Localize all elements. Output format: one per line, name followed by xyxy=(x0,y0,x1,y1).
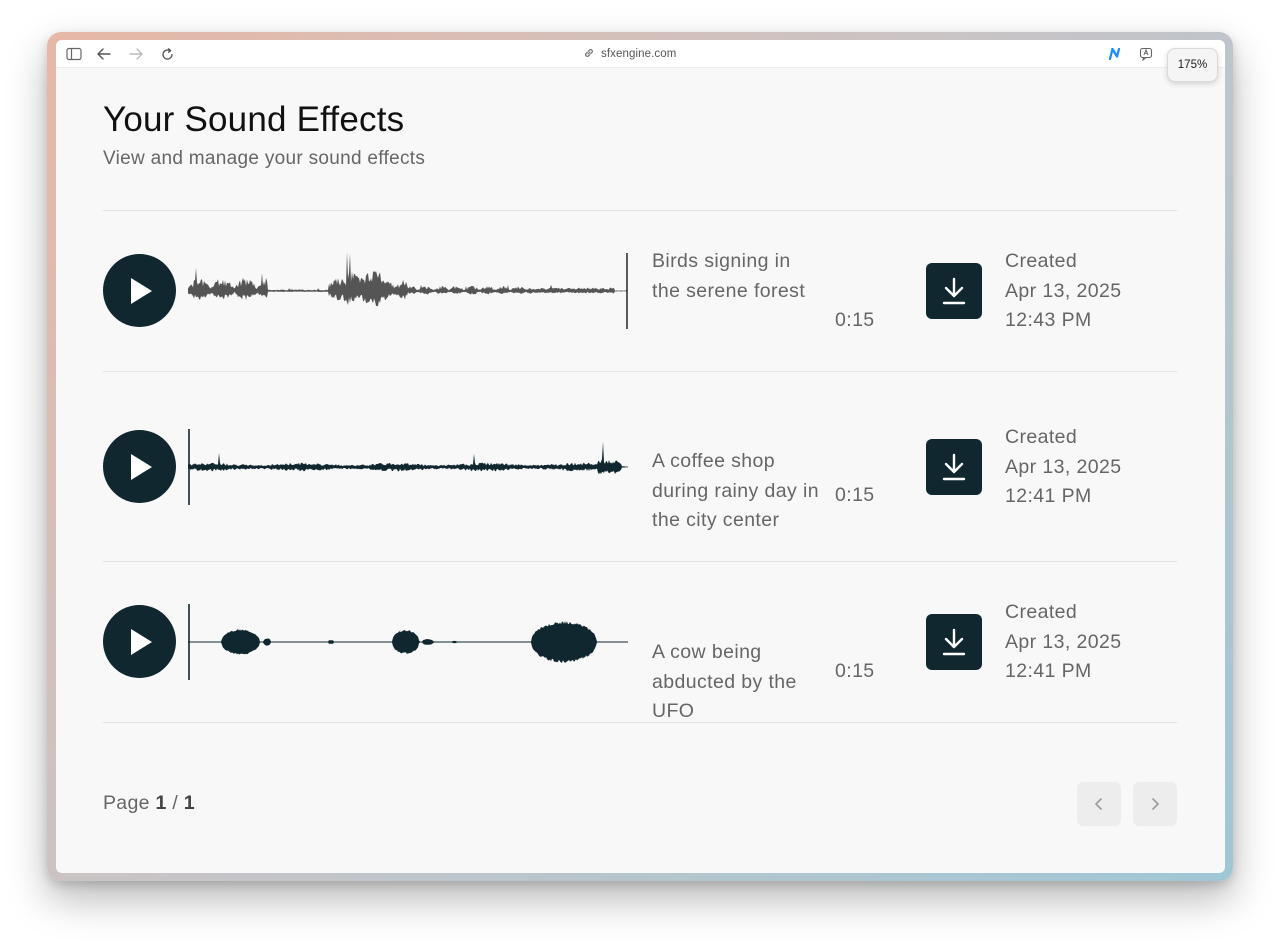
play-icon xyxy=(130,628,152,655)
divider xyxy=(103,722,1177,723)
reload-icon[interactable] xyxy=(158,45,176,63)
created-time: 12:41 PM xyxy=(1005,485,1092,507)
download-icon xyxy=(942,277,966,305)
created-date: Apr 13, 2025 xyxy=(1005,455,1122,478)
next-page-button[interactable] xyxy=(1133,782,1177,826)
pagination-separator: / xyxy=(172,792,179,814)
chevron-left-icon xyxy=(1095,798,1102,810)
sound-duration: 0:15 xyxy=(835,484,875,506)
created-time: 12:41 PM xyxy=(1005,660,1092,682)
created-label: Created xyxy=(1005,426,1078,448)
play-icon xyxy=(130,277,152,304)
zoom-level-popup: 175% xyxy=(1167,48,1218,82)
forward-arrow-icon[interactable] xyxy=(127,45,145,63)
created-date: Apr 13, 2025 xyxy=(1005,630,1122,653)
back-arrow-icon[interactable] xyxy=(95,45,113,63)
translate-icon[interactable] xyxy=(1137,45,1155,63)
page-subtitle: View and manage your sound effects xyxy=(103,148,426,169)
waveform[interactable] xyxy=(188,602,628,682)
sound-duration: 0:15 xyxy=(835,660,875,682)
browser-window: sfxengine.com Your Sound Effects View an… xyxy=(56,40,1225,873)
page-title: Your Sound Effects xyxy=(103,100,405,139)
chevron-right-icon xyxy=(1152,798,1159,810)
play-button[interactable] xyxy=(103,605,176,678)
sound-effect-row: A cow being abducted by the UFO 0:15 Cre… xyxy=(103,562,1177,722)
sound-duration: 0:15 xyxy=(835,309,875,331)
pagination-total: 1 xyxy=(183,792,195,814)
pagination-label: Page 1 / 1 xyxy=(103,792,195,815)
waveform[interactable] xyxy=(188,427,628,507)
play-button[interactable] xyxy=(103,430,176,503)
created-info: Created Apr 13, 2025 12:41 PM xyxy=(1005,598,1175,687)
browser-toolbar: sfxengine.com xyxy=(56,40,1225,68)
pagination-current: 1 xyxy=(155,792,167,814)
sound-description: A cow being abducted by the UFO xyxy=(652,641,797,722)
sound-description: Birds signing in the serene forest xyxy=(652,250,806,302)
sidebar-toggle-icon[interactable] xyxy=(65,45,83,63)
sound-description: A coffee shop during rainy day in the ci… xyxy=(652,450,819,531)
download-button[interactable] xyxy=(926,614,982,670)
created-time: 12:43 PM xyxy=(1005,309,1092,331)
link-icon xyxy=(583,47,595,62)
created-info: Created Apr 13, 2025 12:41 PM xyxy=(1005,423,1175,512)
play-button[interactable] xyxy=(103,254,176,327)
prev-page-button[interactable] xyxy=(1077,782,1121,826)
created-date: Apr 13, 2025 xyxy=(1005,279,1122,302)
created-label: Created xyxy=(1005,601,1078,623)
download-button[interactable] xyxy=(926,263,982,319)
pagination-prefix: Page xyxy=(103,792,150,814)
download-icon xyxy=(942,628,966,656)
address-url: sfxengine.com xyxy=(601,48,677,60)
play-icon xyxy=(130,453,152,480)
waveform[interactable] xyxy=(188,251,628,331)
created-label: Created xyxy=(1005,250,1078,272)
sound-effect-row: A coffee shop during rainy day in the ci… xyxy=(103,372,1177,562)
download-icon xyxy=(942,453,966,481)
created-info: Created Apr 13, 2025 12:43 PM xyxy=(1005,247,1175,336)
sound-effect-row: Birds signing in the serene forest 0:15 … xyxy=(103,211,1177,371)
extension-n-icon[interactable] xyxy=(1106,45,1124,63)
download-button[interactable] xyxy=(926,439,982,495)
address-bar[interactable]: sfxengine.com xyxy=(583,46,676,62)
